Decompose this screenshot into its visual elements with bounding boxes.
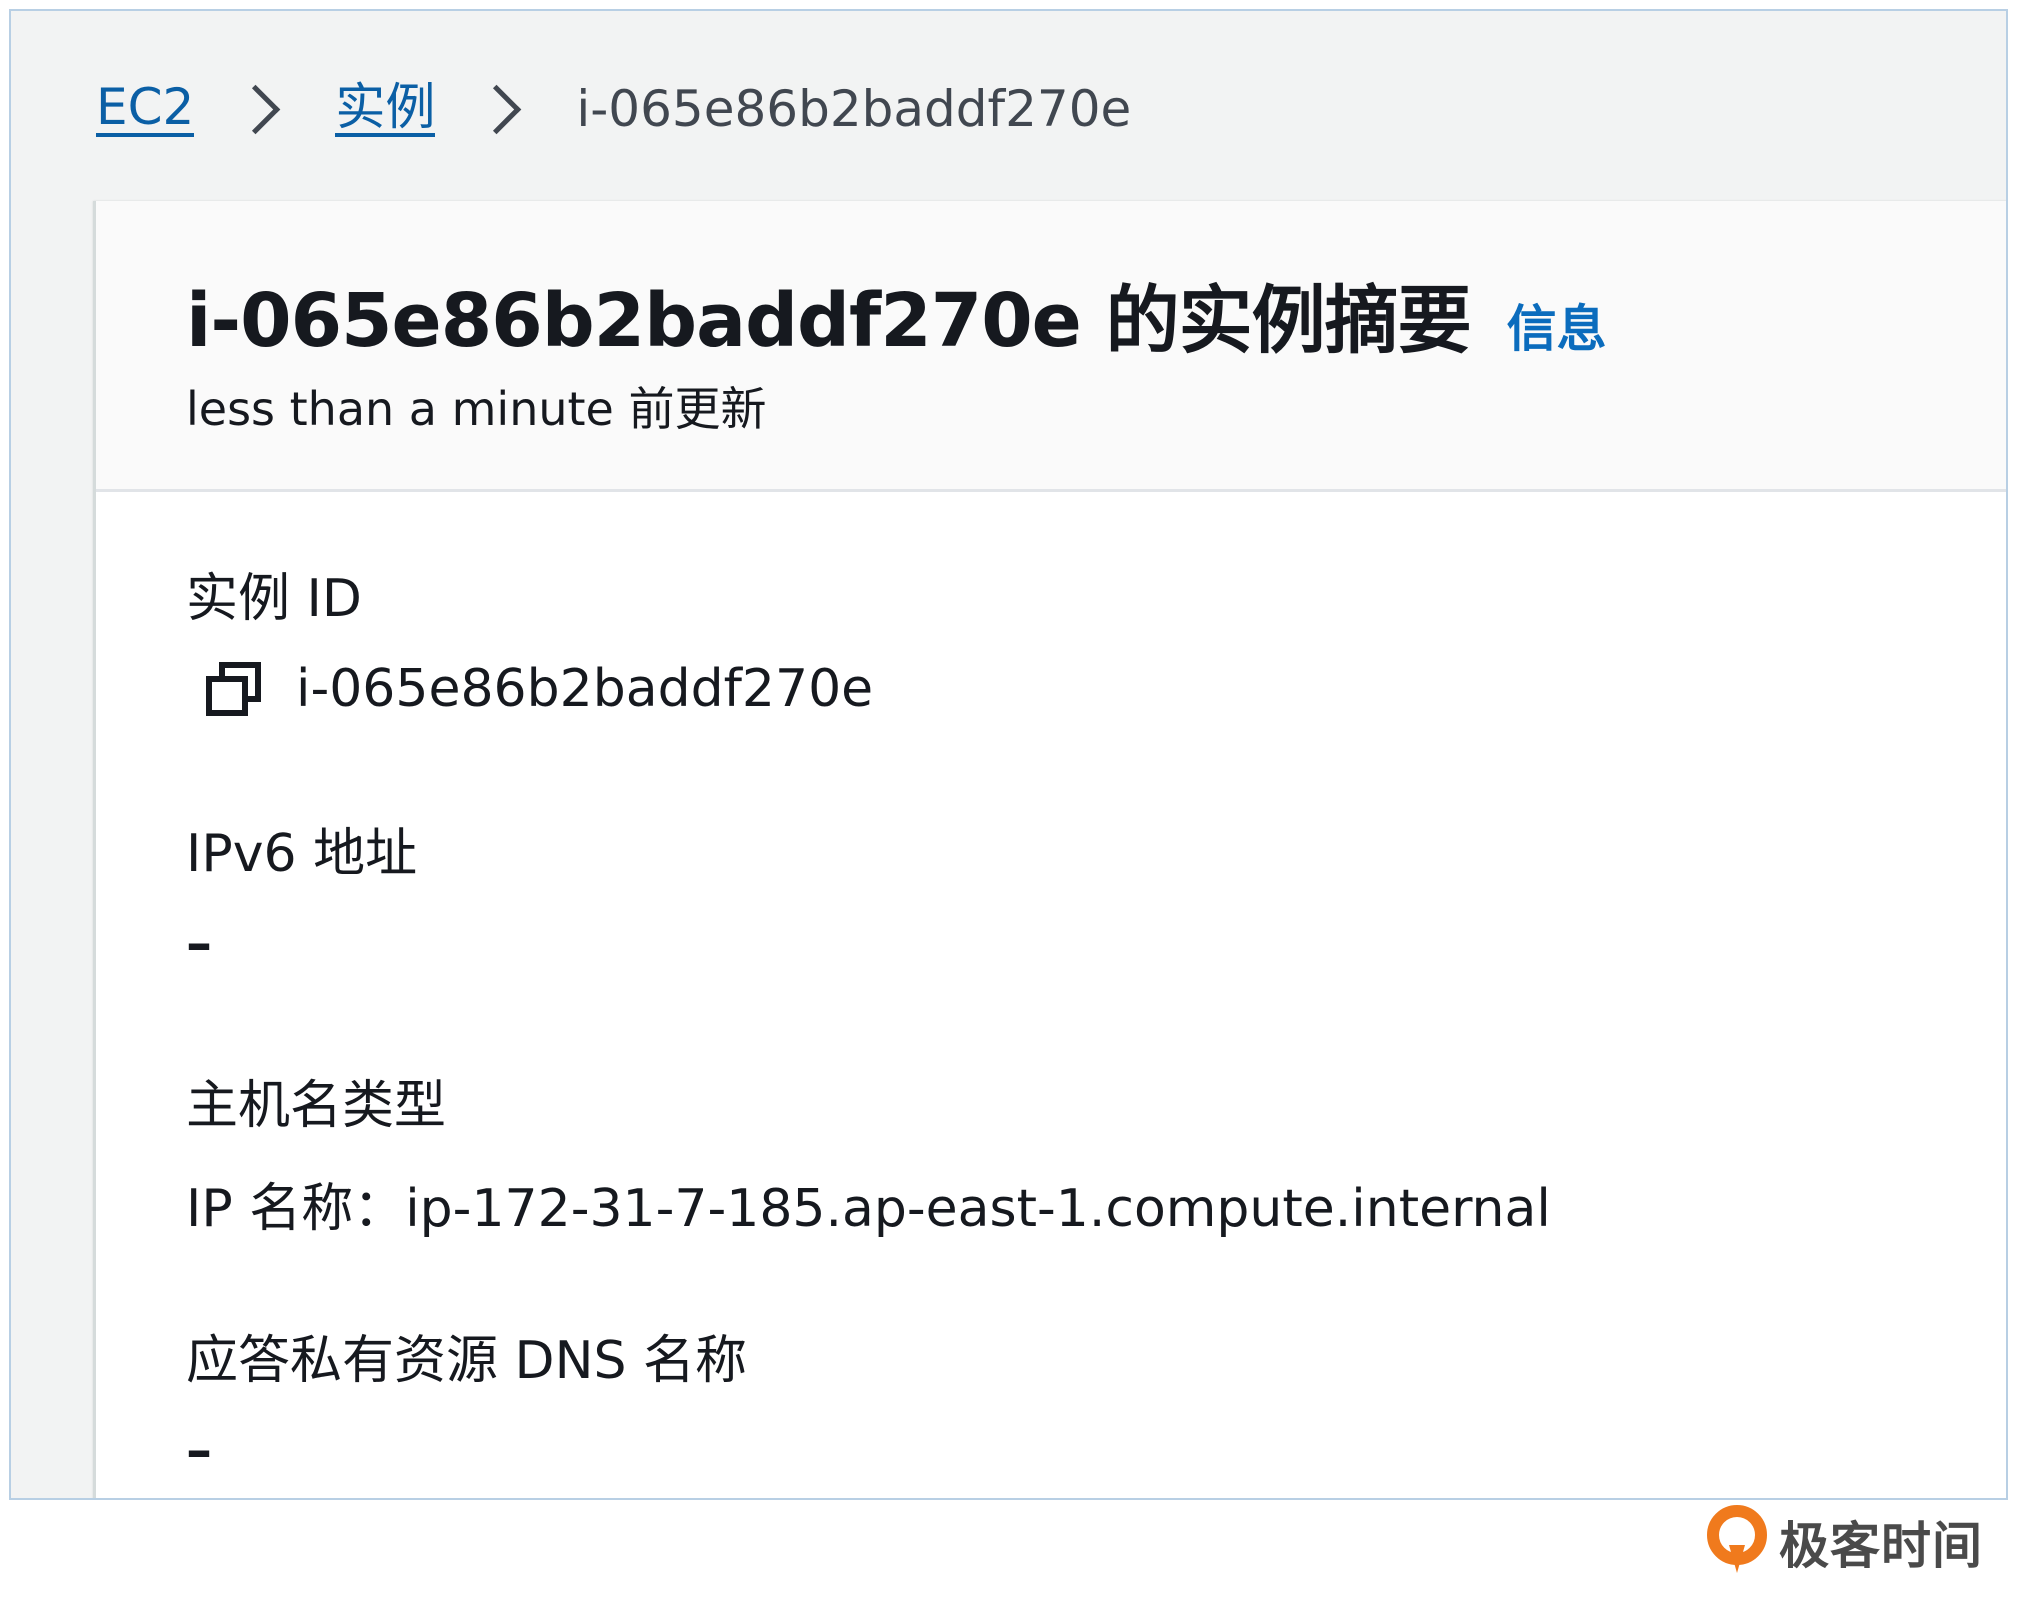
instance-id-value: i-065e86b2baddf270e (296, 659, 874, 719)
hostname-type-label: 主机名类型 (186, 1076, 447, 1136)
breadcrumb: EC2 实例 i-065e86b2baddf270e (96, 69, 1131, 149)
last-updated-text: less than a minute 前更新 (186, 382, 767, 436)
copy-icon[interactable] (204, 661, 264, 717)
chevron-right-icon (231, 84, 281, 134)
breadcrumb-current-instance: i-065e86b2baddf270e (576, 80, 1132, 138)
ec2-console-frame: EC2 实例 i-065e86b2baddf270e i-065e86b2bad… (9, 9, 2008, 1500)
ipv6-address-field: IPv6 地址 – (186, 811, 417, 974)
hostname-type-value: IP 名称：ip-172-31-7-185.ap-east-1.compute.… (186, 1179, 1551, 1239)
geektime-logo-icon (1705, 1505, 1769, 1579)
instance-id-value-row: i-065e86b2baddf270e (186, 659, 873, 719)
ipv6-address-label: IPv6 地址 (186, 824, 418, 884)
hostname-type-field: 主机名类型 IP 名称：ip-172-31-7-185.ap-east-1.co… (186, 1063, 1551, 1241)
panel-header: i-065e86b2baddf270e 的实例摘要 信息 less than a… (96, 201, 2006, 492)
panel-title-row: i-065e86b2baddf270e 的实例摘要 信息 (186, 261, 1607, 368)
breadcrumb-ec2-link[interactable]: EC2 (96, 81, 195, 138)
breadcrumb-instances-link[interactable]: 实例 (335, 81, 436, 138)
watermark-text: 极客时间 (1779, 1517, 1983, 1575)
ipv6-address-value: – (186, 914, 212, 974)
instance-summary-panel: i-065e86b2baddf270e 的实例摘要 信息 less than a… (93, 201, 2006, 1498)
chevron-right-icon (472, 84, 522, 134)
dns-name-value: – (186, 1421, 212, 1481)
instance-id-field: 实例 ID i-065e86b2baddf270e (186, 556, 873, 719)
page-title: i-065e86b2baddf270e 的实例摘要 (186, 278, 1472, 364)
info-link[interactable]: 信息 (1507, 289, 1607, 361)
instance-id-label: 实例 ID (186, 569, 362, 629)
dns-name-label: 应答私有资源 DNS 名称 (186, 1331, 748, 1391)
dns-name-field: 应答私有资源 DNS 名称 – (186, 1318, 747, 1481)
geektime-watermark: 极客时间 (1705, 1505, 1983, 1579)
